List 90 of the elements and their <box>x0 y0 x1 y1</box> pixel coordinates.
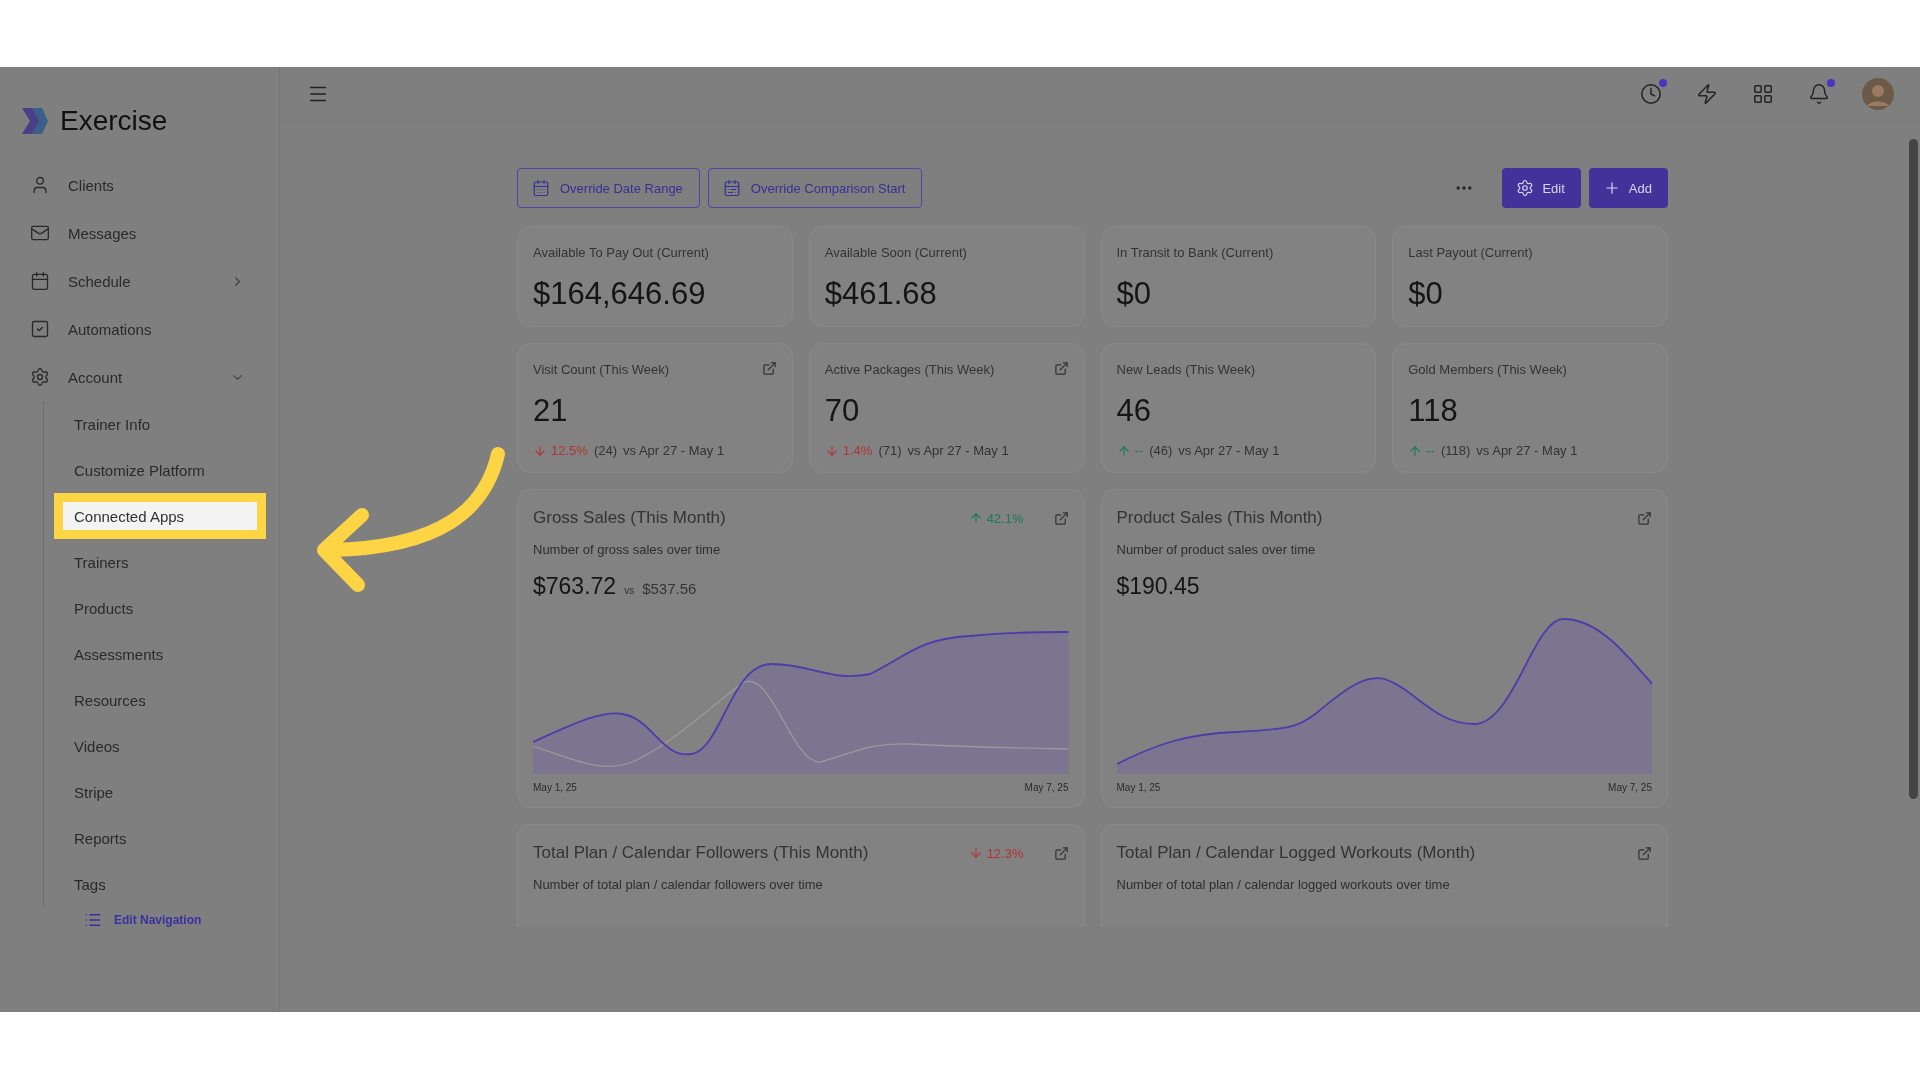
nav-item[interactable]: Schedule <box>30 257 245 305</box>
external-link-icon[interactable] <box>1637 510 1652 526</box>
edit-button[interactable]: Edit <box>1502 168 1581 208</box>
trend-change: -- <box>1116 443 1144 458</box>
stat-label: New Leads (This Week) <box>1116 362 1255 377</box>
nav-subitem[interactable]: Videos <box>54 723 266 769</box>
external-link-icon[interactable] <box>1053 510 1069 526</box>
add-button[interactable]: Add <box>1588 168 1668 208</box>
override-button[interactable]: Override Comparison Start <box>707 168 923 208</box>
trend-change: 42.1% <box>968 510 1024 526</box>
trend-count: (71) <box>878 443 902 458</box>
mail-icon <box>30 223 50 243</box>
calendar-icon <box>30 271 50 291</box>
chart-title: Total Plan / Calendar Followers (This Month) <box>533 843 870 863</box>
scrollbar[interactable] <box>1909 139 1918 799</box>
stat-label: In Transit to Bank (Current) <box>1116 245 1274 260</box>
nav-subitem[interactable]: Reports <box>54 815 266 861</box>
trend-compare: vs Apr 27 - May 1 <box>623 443 725 458</box>
chart-subtitle: Number of product sales over time <box>1116 542 1317 557</box>
nav-subitem[interactable]: Assessments <box>54 631 266 677</box>
chart-subtitle: Number of total plan / calendar logged workouts over time <box>1116 877 1451 892</box>
nav-item[interactable]: Messages <box>30 209 245 257</box>
settings-icon <box>1516 179 1535 197</box>
stat-value: 46 <box>1116 393 1152 429</box>
stat-label: Active Packages (This Week) <box>824 362 995 377</box>
external-link-icon[interactable] <box>1053 361 1069 376</box>
arrow-up-icon <box>1408 443 1423 458</box>
calendar-icon <box>722 179 741 197</box>
arrow-up-icon <box>1116 443 1131 458</box>
trend-compare: vs Apr 27 - May 1 <box>907 443 1009 458</box>
chart-value: $190.45 <box>1116 573 1200 600</box>
chart-title: Gross Sales (This Month) <box>533 508 727 528</box>
stat-label: Available Soon (Current) <box>824 245 967 260</box>
stat-value: 21 <box>533 393 569 429</box>
axis-label: May 1, 25 <box>533 782 577 793</box>
grid-icon[interactable] <box>1752 83 1774 105</box>
axis-label: May 7, 25 <box>1024 782 1069 793</box>
trend-change: 12.3% <box>968 845 1024 861</box>
nav-item[interactable]: Clients <box>30 161 245 209</box>
trend-count: (24) <box>593 443 617 458</box>
clock-icon[interactable] <box>1640 83 1662 105</box>
axis-label: May 7, 25 <box>1608 782 1652 793</box>
compare-value: $537.56 <box>642 580 697 597</box>
nav-subitem[interactable]: Customize Platform <box>54 447 266 493</box>
axis-label: May 1, 25 <box>1116 782 1161 793</box>
nav-subitem[interactable]: Trainers <box>54 539 266 585</box>
trend-compare: vs Apr 27 - May 1 <box>1178 443 1280 458</box>
nav-subitem[interactable]: Stripe <box>54 769 266 815</box>
override-button[interactable]: Override Date Range <box>517 168 700 208</box>
list-icon <box>84 911 102 929</box>
stat-value: 118 <box>1408 393 1459 429</box>
trend-compare: vs Apr 27 - May 1 <box>1476 443 1578 458</box>
stat-value: $461.68 <box>824 276 938 312</box>
stat-label: Gold Members (This Week) <box>1408 362 1567 377</box>
nav-subitem[interactable]: Resources <box>54 677 266 723</box>
chart-subtitle: Number of total plan / calendar followers over time <box>533 877 824 892</box>
nav-subitem[interactable]: Tags <box>54 861 266 907</box>
external-link-icon[interactable] <box>1637 845 1652 861</box>
bell-icon[interactable] <box>1808 83 1830 105</box>
nav-item[interactable]: Account <box>30 353 245 401</box>
nav-subitem[interactable]: Trainer Info <box>54 401 266 447</box>
chart-value: $763.72 <box>533 573 617 600</box>
vs-label: vs <box>624 585 635 596</box>
trend-change: 1.4% <box>824 443 873 458</box>
external-link-icon[interactable] <box>761 361 777 376</box>
trend-count: (118) <box>1440 443 1471 458</box>
trend-count: (46) <box>1149 443 1173 458</box>
nav-subitem[interactable]: Connected Apps <box>54 493 266 539</box>
stat-value: 70 <box>824 393 861 429</box>
chart-subtitle: Number of gross sales over time <box>533 542 722 557</box>
edit-navigation-link[interactable]: Edit Navigation <box>0 911 279 929</box>
stat-label: Last Payout (Current) <box>1408 245 1533 260</box>
nav-item[interactable]: Automations <box>30 305 245 353</box>
nav-subitem[interactable]: Products <box>54 585 266 631</box>
chart-title: Total Plan / Calendar Logged Workouts (Month) <box>1116 843 1477 863</box>
settings-icon <box>30 367 50 387</box>
stat-value: $164,646.69 <box>533 276 707 312</box>
logo-icon <box>20 106 50 136</box>
checkbox-icon <box>30 319 50 339</box>
lightning-icon[interactable] <box>1696 83 1718 105</box>
chart-title: Product Sales (This Month) <box>1116 508 1324 528</box>
stat-value: $0 <box>1408 276 1444 312</box>
stat-label: Available To Pay Out (Current) <box>533 245 709 260</box>
trend-change: 12.5% <box>533 443 588 458</box>
calendar-icon <box>532 179 550 197</box>
stat-value: $0 <box>1116 276 1152 312</box>
trend-change: -- <box>1408 443 1435 458</box>
stat-label: Visit Count (This Week) <box>533 362 670 377</box>
external-link-icon[interactable] <box>1053 845 1069 861</box>
brand-name: Exercise <box>60 105 168 137</box>
